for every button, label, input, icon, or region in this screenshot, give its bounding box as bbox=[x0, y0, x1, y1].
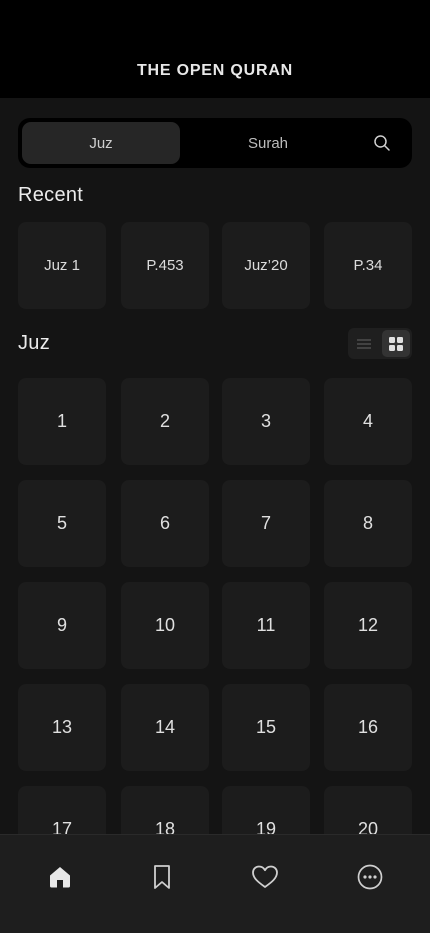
recent-item[interactable]: P.34 bbox=[324, 222, 412, 309]
recent-title: Recent bbox=[18, 184, 84, 206]
juz-tile[interactable]: 10 bbox=[121, 582, 209, 669]
more-icon bbox=[357, 864, 383, 890]
home-icon bbox=[50, 867, 70, 888]
juz-number: 13 bbox=[51, 717, 73, 737]
app-header: THE OPEN QURAN bbox=[0, 0, 430, 98]
juz-number: 8 bbox=[362, 513, 373, 533]
juz-tile[interactable]: 1 bbox=[18, 378, 106, 465]
app-title: THE OPEN QURAN bbox=[136, 62, 294, 79]
juz-tile[interactable]: 7 bbox=[222, 480, 310, 567]
juz-number: 9 bbox=[56, 615, 67, 635]
recent-item[interactable]: Juz’20 bbox=[222, 222, 310, 309]
nav-more[interactable] bbox=[348, 855, 392, 899]
juz-number: 12 bbox=[357, 615, 379, 635]
juz-tile[interactable]: 11 bbox=[222, 582, 310, 669]
juz-number: 6 bbox=[159, 513, 170, 533]
nav-home[interactable] bbox=[38, 855, 82, 899]
juz-number: 14 bbox=[154, 717, 176, 737]
juz-number: 10 bbox=[154, 615, 176, 635]
tab-surah[interactable]: Surah bbox=[186, 122, 350, 164]
juz-number: 11 bbox=[256, 615, 276, 635]
view-toggle bbox=[348, 328, 412, 359]
juz-tile[interactable]: 2 bbox=[121, 378, 209, 465]
recent-item-label: Juz 1 bbox=[44, 257, 80, 274]
recent-item-label: P.453 bbox=[146, 257, 184, 274]
grid-view-button[interactable] bbox=[382, 330, 410, 357]
juz-number: 15 bbox=[255, 717, 277, 737]
search-button[interactable] bbox=[362, 122, 402, 164]
bottom-nav bbox=[0, 834, 430, 933]
juz-number: 3 bbox=[260, 411, 271, 431]
juz-tile[interactable]: 3 bbox=[222, 378, 310, 465]
nav-bookmark[interactable] bbox=[140, 855, 184, 899]
juz-number: 4 bbox=[362, 411, 373, 431]
recent-item-label: P.34 bbox=[353, 257, 383, 274]
grid-view-icon bbox=[389, 336, 403, 351]
juz-number: 2 bbox=[159, 411, 170, 431]
juz-number: 16 bbox=[357, 717, 379, 737]
nav-favorites[interactable] bbox=[243, 855, 287, 899]
tab-switcher: Juz Surah bbox=[18, 118, 412, 168]
search-icon bbox=[374, 135, 390, 151]
heart-icon bbox=[252, 865, 278, 888]
tab-juz[interactable]: Juz bbox=[22, 122, 180, 164]
juz-tile[interactable]: 16 bbox=[324, 684, 412, 771]
recent-item[interactable]: P.453 bbox=[121, 222, 209, 309]
bookmark-icon bbox=[154, 865, 170, 889]
juz-number: 1 bbox=[56, 411, 67, 431]
juz-number: 5 bbox=[56, 513, 67, 533]
juz-tile[interactable]: 5 bbox=[18, 480, 106, 567]
juz-tile[interactable]: 15 bbox=[222, 684, 310, 771]
juz-tile[interactable]: 4 bbox=[324, 378, 412, 465]
juz-title: Juz bbox=[18, 332, 51, 354]
list-view-button[interactable] bbox=[350, 330, 378, 357]
list-view-icon bbox=[357, 338, 371, 349]
juz-tile[interactable]: 13 bbox=[18, 684, 106, 771]
juz-tile[interactable]: 14 bbox=[121, 684, 209, 771]
juz-tile[interactable]: 6 bbox=[121, 480, 209, 567]
juz-tile[interactable]: 9 bbox=[18, 582, 106, 669]
recent-item[interactable]: Juz 1 bbox=[18, 222, 106, 309]
juz-tile[interactable]: 8 bbox=[324, 480, 412, 567]
recent-item-label: Juz’20 bbox=[244, 257, 288, 274]
juz-tile[interactable]: 12 bbox=[324, 582, 412, 669]
juz-number: 7 bbox=[260, 513, 271, 533]
